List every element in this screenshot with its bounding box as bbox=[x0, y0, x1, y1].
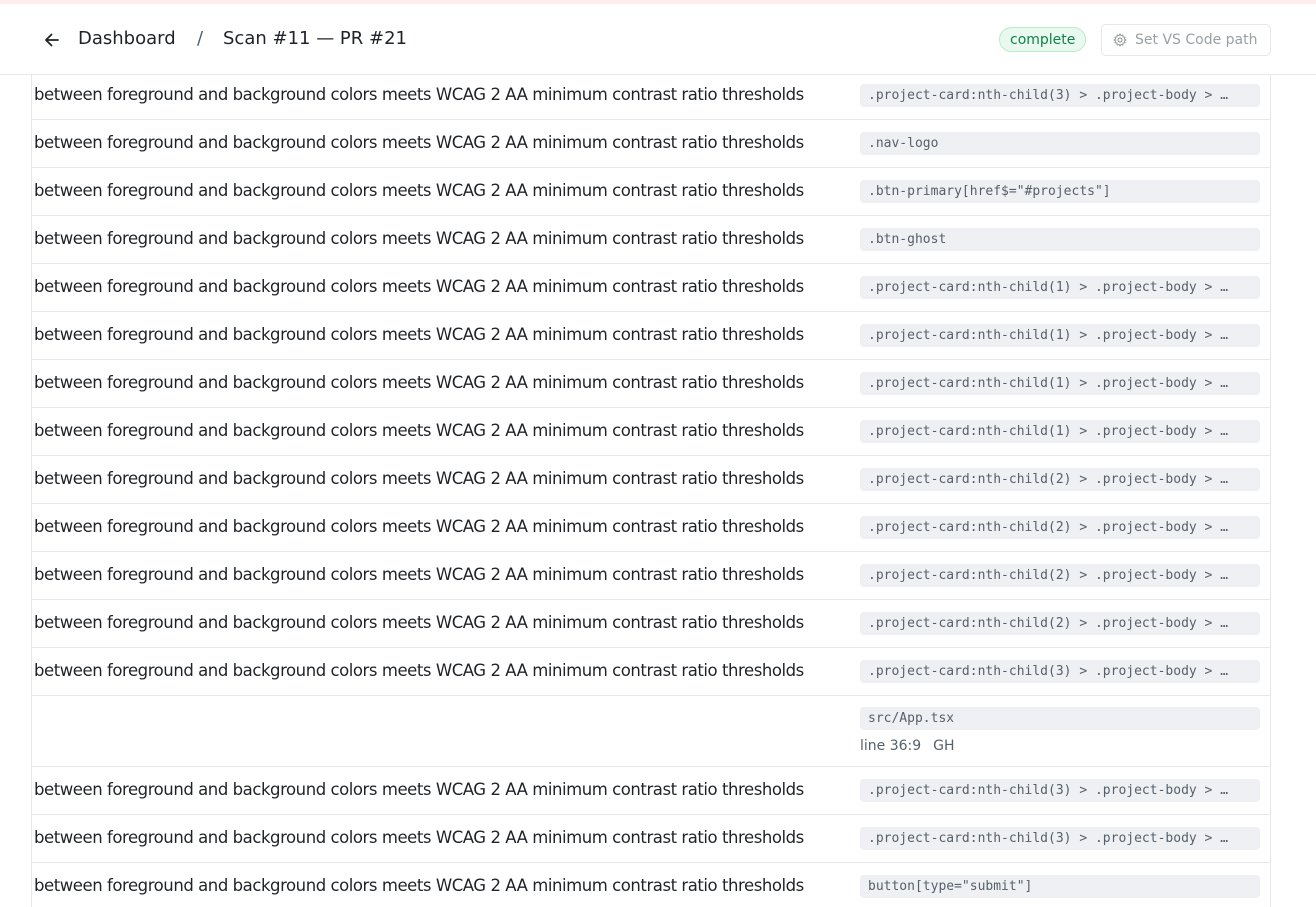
breadcrumb-separator: / bbox=[197, 28, 204, 49]
table-row[interactable]: between foreground and background colors… bbox=[32, 408, 1270, 456]
row-description: between foreground and background colors… bbox=[34, 181, 804, 200]
row-description: between foreground and background colors… bbox=[34, 876, 804, 895]
row-location: line 36:9 GH bbox=[860, 738, 955, 754]
row-description: between foreground and background colors… bbox=[34, 373, 804, 392]
table-row[interactable]: between foreground and background colors… bbox=[32, 504, 1270, 552]
row-selector: .project-card:nth-child(3) > .project-bo… bbox=[860, 827, 1260, 850]
row-description: between foreground and background colors… bbox=[34, 277, 804, 296]
row-selector: .nav-logo bbox=[860, 132, 1260, 155]
table-row[interactable]: between foreground and background colors… bbox=[32, 120, 1270, 168]
row-selector: .project-card:nth-child(1) > .project-bo… bbox=[860, 324, 1260, 347]
row-selector: .project-card:nth-child(2) > .project-bo… bbox=[860, 564, 1260, 587]
row-selector: .project-card:nth-child(2) > .project-bo… bbox=[860, 468, 1260, 491]
row-description: between foreground and background colors… bbox=[34, 517, 804, 536]
row-line-number: line 36:9 bbox=[860, 738, 922, 754]
table-row[interactable]: between foreground and background colors… bbox=[32, 456, 1270, 504]
set-vscode-path-label: Set VS Code path bbox=[1135, 32, 1258, 48]
table-row[interactable]: between foreground and background colors… bbox=[32, 767, 1270, 815]
row-selector: .project-card:nth-child(1) > .project-bo… bbox=[860, 372, 1260, 395]
row-selector: .project-card:nth-child(3) > .project-bo… bbox=[860, 660, 1260, 683]
row-selector: .project-card:nth-child(1) > .project-bo… bbox=[860, 276, 1260, 299]
row-selector: .project-card:nth-child(3) > .project-bo… bbox=[860, 779, 1260, 802]
set-vscode-path-button[interactable]: Set VS Code path bbox=[1101, 24, 1271, 56]
row-selector: .project-card:nth-child(2) > .project-bo… bbox=[860, 612, 1260, 635]
breadcrumb-dashboard-link[interactable]: Dashboard bbox=[78, 28, 176, 49]
row-selector: .project-card:nth-child(2) > .project-bo… bbox=[860, 516, 1260, 539]
row-description: between foreground and background colors… bbox=[34, 421, 804, 440]
row-description: between foreground and background colors… bbox=[34, 85, 804, 104]
back-button[interactable] bbox=[40, 28, 64, 52]
status-badge: complete bbox=[999, 27, 1087, 52]
gear-icon bbox=[1113, 33, 1127, 47]
row-description: between foreground and background colors… bbox=[34, 565, 804, 584]
github-link[interactable]: GH bbox=[933, 738, 954, 754]
table-row[interactable]: between foreground and background colors… bbox=[32, 168, 1270, 216]
row-file-path: src/App.tsx bbox=[860, 707, 1260, 730]
page-header: Dashboard / Scan #11 — PR #21 complete S… bbox=[0, 4, 1316, 75]
table-row[interactable]: between foreground and background colors… bbox=[32, 312, 1270, 360]
row-description: between foreground and background colors… bbox=[34, 469, 804, 488]
row-description: between foreground and background colors… bbox=[34, 828, 804, 847]
row-selector: .project-card:nth-child(3) > .project-bo… bbox=[860, 84, 1260, 107]
table-row[interactable]: between foreground and background colors… bbox=[32, 216, 1270, 264]
table-row[interactable]: between foreground and background colors… bbox=[32, 75, 1270, 120]
table-row-file[interactable]: src/App.tsx line 36:9 GH bbox=[32, 696, 1270, 767]
arrow-left-icon bbox=[43, 31, 61, 49]
row-description: between foreground and background colors… bbox=[34, 325, 804, 344]
violations-table: between foreground and background colors… bbox=[31, 75, 1271, 907]
row-selector: .btn-primary[href$="#projects"] bbox=[860, 180, 1260, 203]
row-description: between foreground and background colors… bbox=[34, 133, 804, 152]
row-selector: .btn-ghost bbox=[860, 228, 1260, 251]
table-row[interactable]: between foreground and background colors… bbox=[32, 552, 1270, 600]
table-row[interactable]: between foreground and background colors… bbox=[32, 264, 1270, 312]
table-row[interactable]: between foreground and background colors… bbox=[32, 648, 1270, 696]
page-title: Scan #11 — PR #21 bbox=[223, 28, 407, 49]
row-selector: .project-card:nth-child(1) > .project-bo… bbox=[860, 420, 1260, 443]
table-row[interactable]: between foreground and background colors… bbox=[32, 863, 1270, 907]
row-description: between foreground and background colors… bbox=[34, 661, 804, 680]
row-description: between foreground and background colors… bbox=[34, 229, 804, 248]
row-description: between foreground and background colors… bbox=[34, 613, 804, 632]
row-description: between foreground and background colors… bbox=[34, 780, 804, 799]
table-row[interactable]: between foreground and background colors… bbox=[32, 600, 1270, 648]
table-row[interactable]: between foreground and background colors… bbox=[32, 360, 1270, 408]
table-row[interactable]: between foreground and background colors… bbox=[32, 815, 1270, 863]
row-selector: button[type="submit"] bbox=[860, 875, 1260, 898]
